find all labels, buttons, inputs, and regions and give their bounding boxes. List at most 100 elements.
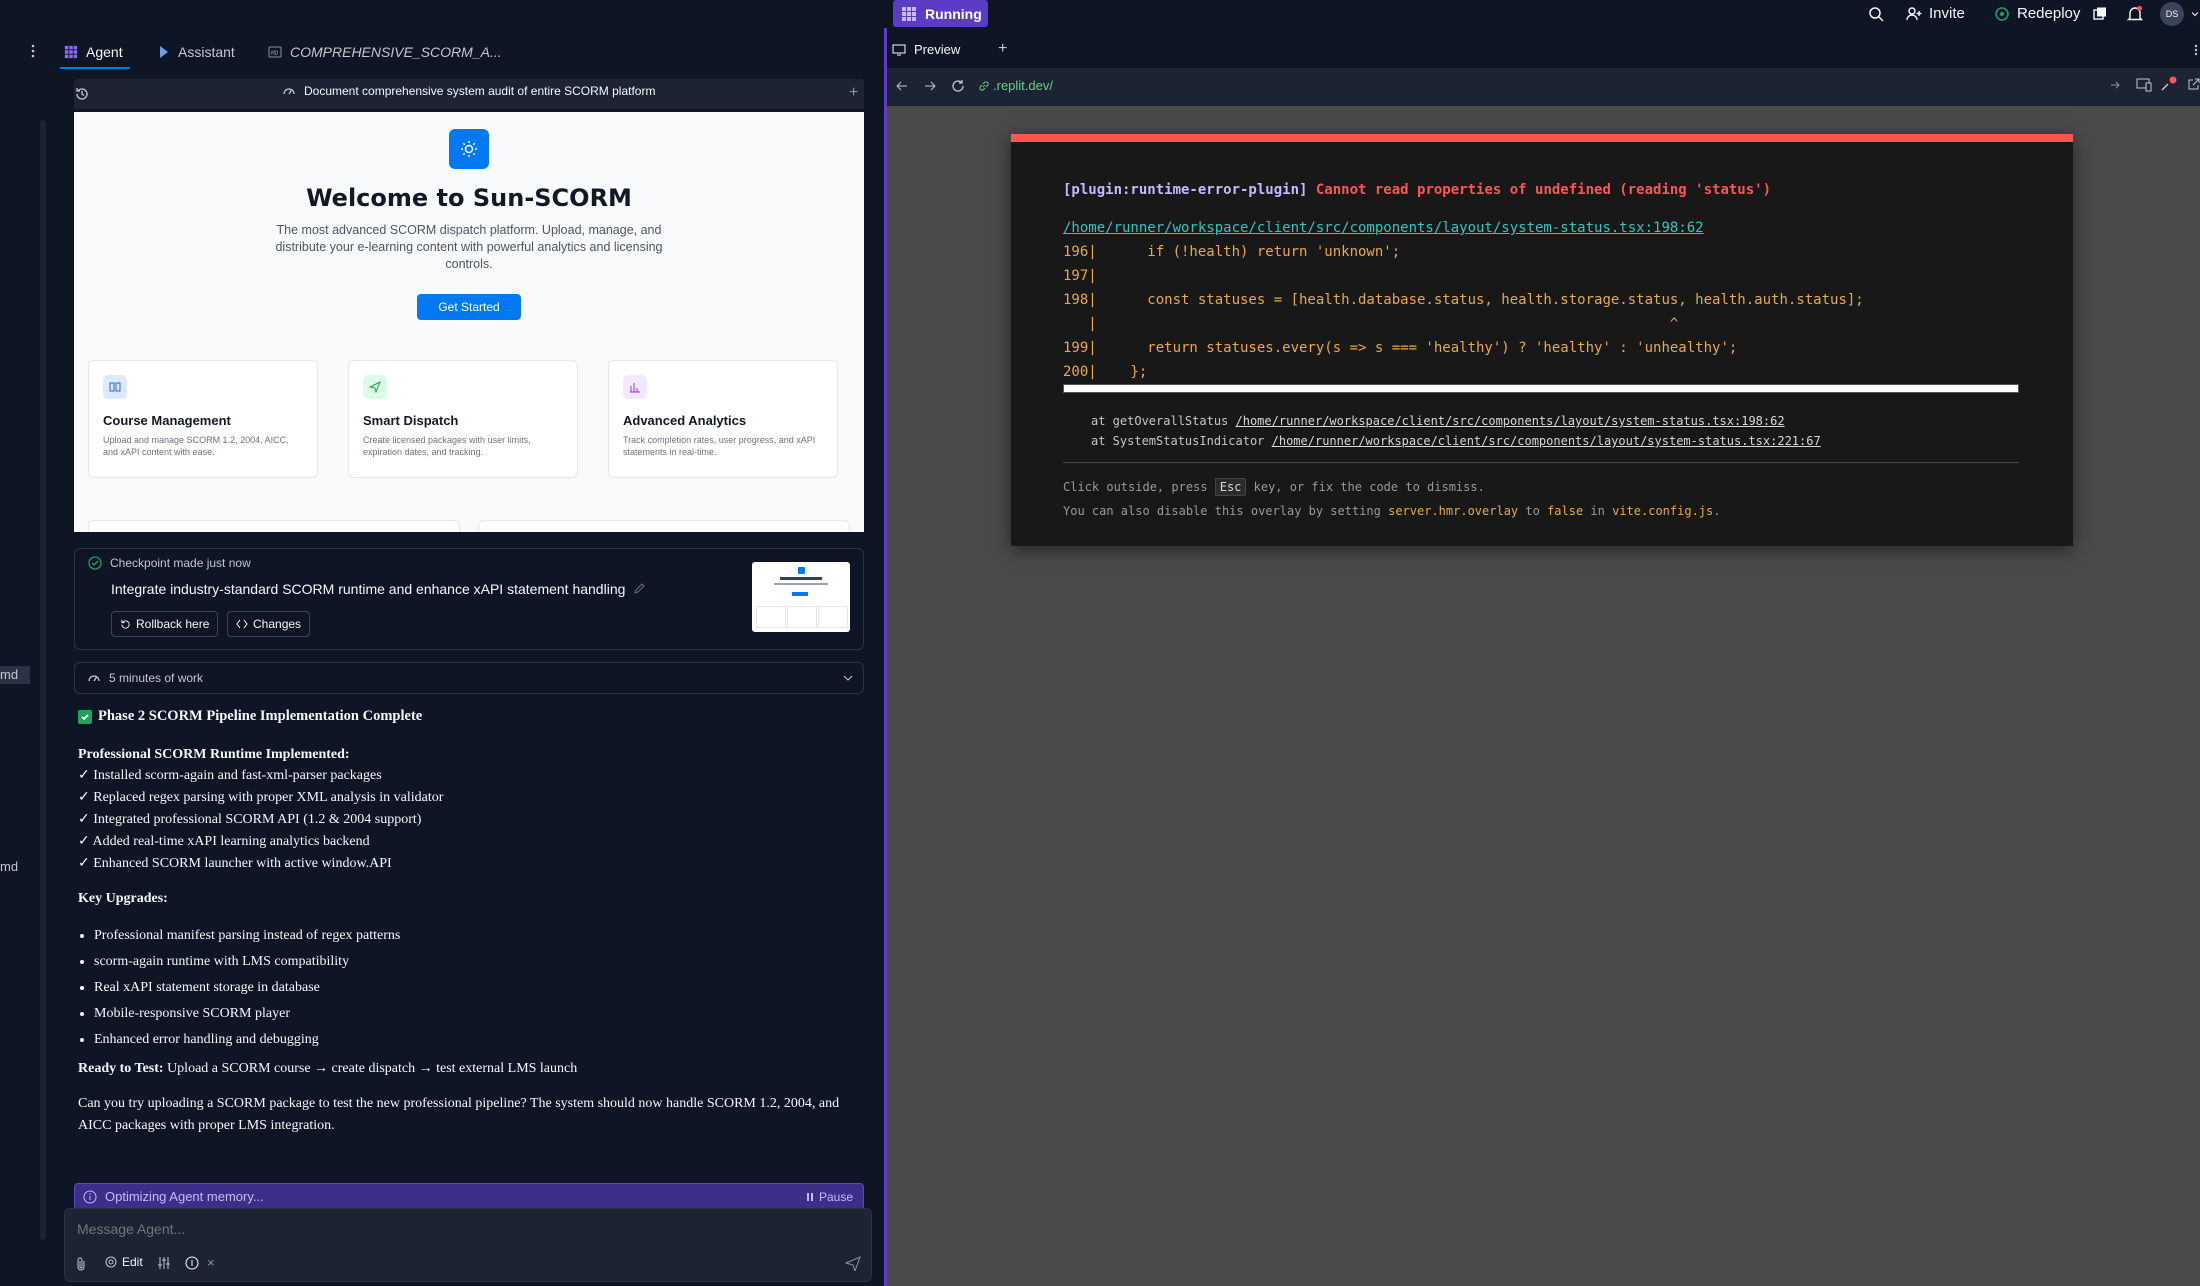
- user-avatar[interactable]: DS: [2160, 0, 2199, 27]
- paperclip-icon[interactable]: [75, 1257, 87, 1271]
- checkpoint-thumbnail[interactable]: [752, 562, 850, 632]
- tab-assistant[interactable]: Assistant: [158, 40, 235, 64]
- redeploy-button[interactable]: Redeploy: [1994, 0, 2080, 27]
- upgrade-item: Enhanced error handling and debugging: [94, 1031, 858, 1049]
- stack-prefix: at SystemStatusIndicator: [1091, 434, 1272, 448]
- devtools-icon[interactable]: [2160, 76, 2178, 92]
- url-bar: [887, 68, 2200, 106]
- welcome-heading: Welcome to Sun-SCORM: [306, 184, 632, 212]
- invite-button[interactable]: Invite: [1906, 0, 1965, 27]
- back-arrow-icon[interactable]: [896, 80, 908, 92]
- checkpoint-title: Integrate industry-standard SCORM runtim…: [111, 581, 626, 597]
- url-field[interactable]: .replit.dev/: [978, 78, 1053, 93]
- redeploy-label: Redeploy: [2017, 5, 2081, 22]
- file-tree-scrollbar[interactable]: [40, 120, 46, 1240]
- optimizing-bar: Optimizing Agent memory... Pause: [74, 1183, 864, 1210]
- reload-icon[interactable]: [951, 79, 965, 93]
- more-options-icon[interactable]: [30, 44, 36, 58]
- tip-text: .: [1713, 504, 1721, 518]
- sun-logo-icon: [449, 129, 489, 169]
- history-title-row[interactable]: Document comprehensive system audit of e…: [282, 84, 655, 98]
- invite-label: Invite: [1929, 5, 1965, 22]
- assistant-icon: [158, 45, 170, 59]
- deploy-icon: [1994, 6, 2010, 22]
- optimizing-label: Optimizing Agent memory...: [105, 1189, 264, 1204]
- changes-button[interactable]: Changes: [227, 611, 311, 637]
- message-heading: Phase 2 SCORM Pipeline Implementation Co…: [98, 708, 423, 724]
- tip-code: false: [1547, 504, 1584, 518]
- windows-icon[interactable]: [2092, 0, 2108, 27]
- more-options-icon[interactable]: [2194, 44, 2198, 56]
- run-status-pill[interactable]: Running: [893, 0, 988, 27]
- upgrade-item: Professional manifest parsing instead of…: [94, 927, 858, 945]
- open-arrow-icon[interactable]: [2110, 80, 2120, 90]
- feature-title: Advanced Analytics: [623, 413, 747, 428]
- send-icon[interactable]: [845, 1255, 861, 1271]
- stack-link[interactable]: /home/runner/workspace/client/src/compon…: [1272, 434, 1821, 448]
- dismiss-tip: Click outside, press Esc key, or fix the…: [1063, 478, 1485, 496]
- rollback-label: Rollback here: [136, 617, 210, 631]
- agent-message: Phase 2 SCORM Pipeline Implementation Co…: [78, 708, 858, 1137]
- pause-button[interactable]: Pause: [806, 1190, 853, 1204]
- tab-preview[interactable]: Preview: [892, 42, 960, 57]
- check-item: ✓ Installed scorm-again and fast-xml-par…: [78, 768, 382, 783]
- code-line: 197|: [1063, 268, 1097, 284]
- external-link-icon[interactable]: [2188, 78, 2200, 90]
- work-summary-row[interactable]: 5 minutes of work: [74, 662, 864, 694]
- rollback-button[interactable]: Rollback here: [111, 611, 219, 637]
- run-status-label: Running: [925, 5, 982, 22]
- error-message: Cannot read properties of undefined (rea…: [1315, 182, 1772, 198]
- upgrades-heading: Key Upgrades:: [78, 891, 168, 906]
- new-chat-plus-icon[interactable]: +: [849, 84, 858, 102]
- book-icon: [103, 375, 127, 399]
- file-tree-item[interactable]: md: [0, 858, 30, 876]
- feature-desc: Track completion rates, user progress, a…: [623, 435, 816, 457]
- file-tree-strip: [0, 28, 57, 1286]
- notifications-bell-icon[interactable]: [2126, 0, 2144, 27]
- code-line: 196| if (!health) return 'unknown';: [1063, 244, 1401, 260]
- check-item: ✓ Added real-time xAPI learning analytic…: [78, 834, 370, 849]
- check-list: ✓ Installed scorm-again and fast-xml-par…: [78, 765, 858, 875]
- file-icon: MD: [268, 46, 282, 58]
- feature-card: Course Management Upload and manage SCOR…: [88, 360, 318, 478]
- pause-icon: [806, 1192, 814, 1202]
- error-file-link[interactable]: /home/runner/workspace/client/src/compon…: [1063, 220, 1704, 236]
- message-input[interactable]: [75, 1217, 839, 1241]
- url-text: .replit.dev/: [993, 78, 1053, 93]
- changes-label: Changes: [253, 617, 302, 631]
- work-label: 5 minutes of work: [109, 671, 204, 685]
- tip-text: to: [1518, 504, 1548, 518]
- check-item: ✓ Replaced regex parsing with proper XML…: [78, 790, 444, 805]
- stack-link[interactable]: /home/runner/workspace/client/src/compon…: [1236, 414, 1785, 428]
- question-text: Can you try uploading a SCORM package to…: [78, 1096, 840, 1133]
- welcome-subtitle: The most advanced SCORM dispatch platfor…: [275, 223, 663, 271]
- rollback-icon: [120, 619, 131, 630]
- upgrade-item: scorm-again runtime with LMS compatibili…: [94, 953, 858, 971]
- tab-agent[interactable]: Agent: [64, 40, 123, 64]
- tip-text: key, or fix the code to dismiss.: [1246, 480, 1485, 494]
- error-overlay[interactable]: [plugin:runtime-error-plugin] Cannot rea…: [1011, 134, 2073, 546]
- replit-grid-icon: [901, 6, 917, 22]
- edit-button[interactable]: Edit: [105, 1255, 143, 1269]
- forward-arrow-icon[interactable]: [924, 80, 936, 92]
- close-icon[interactable]: ×: [207, 1255, 215, 1270]
- tab-file[interactable]: MD COMPREHENSIVE_SCORM_A...: [268, 40, 502, 64]
- code-scrollbar[interactable]: [1063, 384, 2019, 393]
- history-icon[interactable]: [74, 86, 90, 102]
- device-icon[interactable]: [2136, 78, 2152, 92]
- sliders-icon[interactable]: [157, 1256, 171, 1270]
- get-started-button[interactable]: Get Started: [417, 294, 521, 320]
- tab-label: Agent: [86, 44, 123, 60]
- checkpoint-card: Checkpoint made just now Integrate indus…: [74, 548, 864, 650]
- optimizing-status: Optimizing Agent memory...: [83, 1189, 264, 1204]
- pencil-icon[interactable]: [633, 583, 646, 595]
- add-tab-plus-icon[interactable]: +: [998, 40, 1007, 58]
- file-tree-item[interactable]: md: [0, 666, 30, 684]
- agent-mode-chip[interactable]: ×: [185, 1255, 215, 1270]
- tip-code: server.hmr.overlay: [1388, 504, 1519, 518]
- feature-card-partial: [478, 520, 850, 532]
- chevron-down-icon: [2191, 10, 2199, 18]
- history-title: Document comprehensive system audit of e…: [304, 84, 656, 98]
- search-icon[interactable]: [1868, 0, 1884, 27]
- feature-title: Smart Dispatch: [363, 413, 459, 428]
